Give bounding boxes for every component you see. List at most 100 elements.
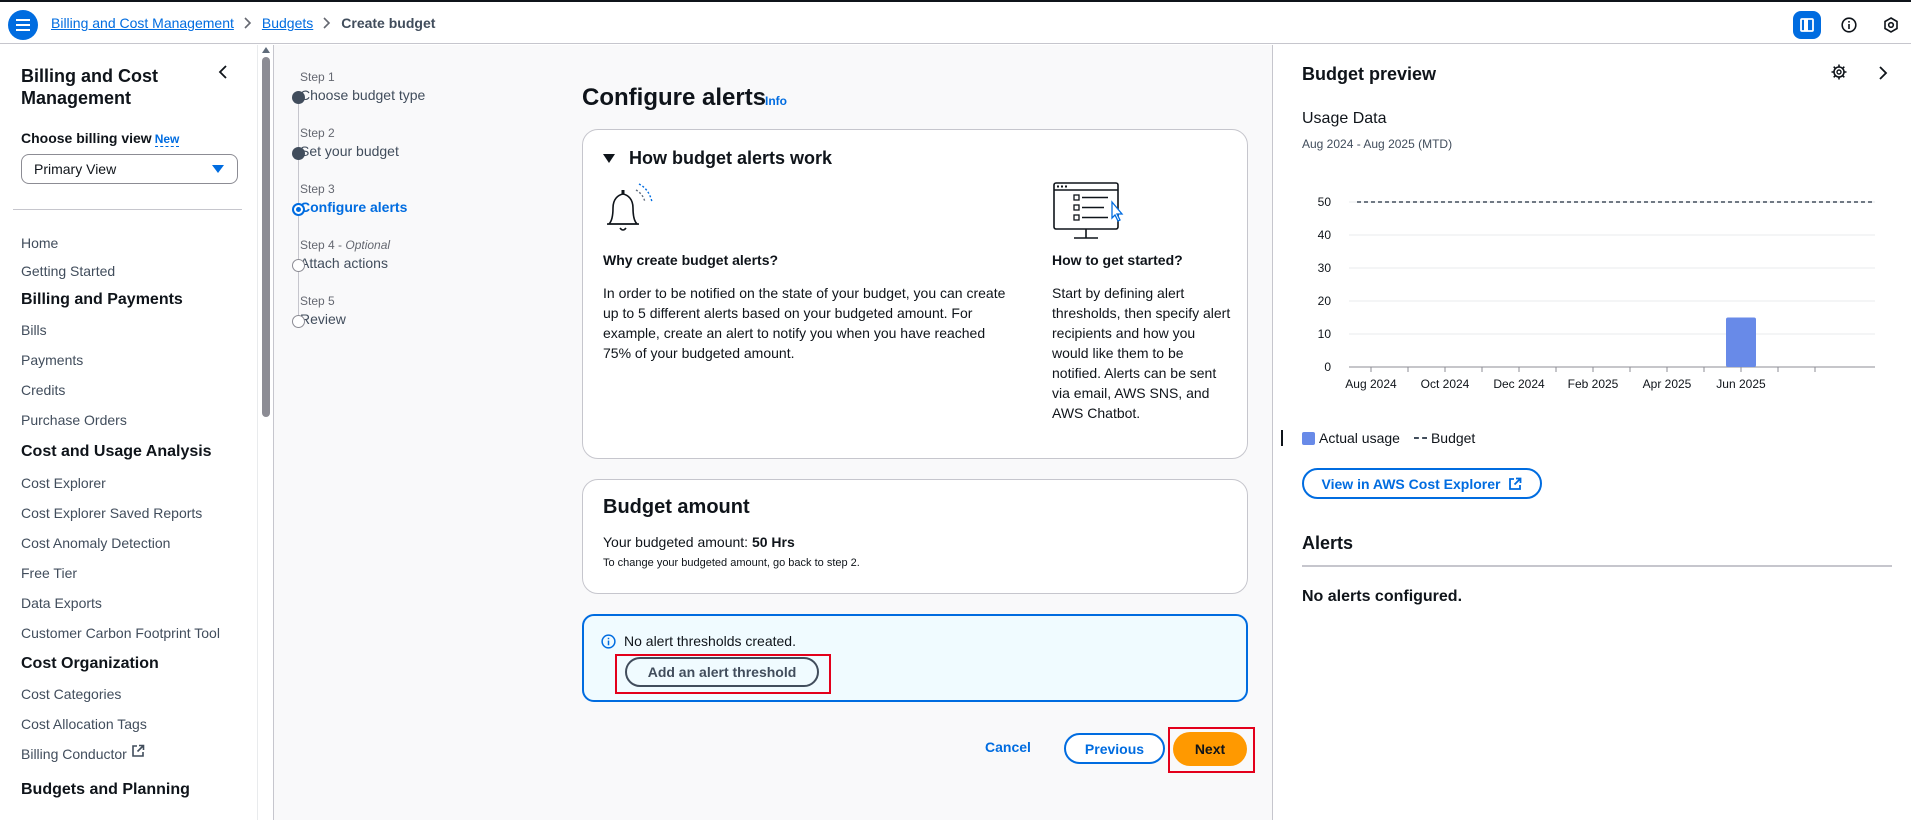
step-number: Step 4 - Optional [300, 238, 500, 252]
sidebar-item[interactable]: Cost Explorer [21, 475, 106, 491]
info-icon[interactable] [1835, 11, 1863, 39]
sidebar-item[interactable]: Purchase Orders [21, 412, 127, 428]
sidebar-section-heading[interactable]: Cost and Usage Analysis [21, 443, 212, 461]
legend-budget-label: Budget [1430, 430, 1476, 446]
budgeted-amount-label: Your budgeted amount: [603, 534, 752, 550]
external-link-icon [131, 744, 145, 761]
sidebar-scrollbar[interactable] [262, 47, 270, 820]
step-status-dot [292, 315, 305, 328]
chart-legend: Actual usage Budget [1302, 430, 1475, 446]
sidebar-section-heading[interactable]: Budgets and Planning [21, 781, 190, 799]
usage-bar-chart: 0 10 20 30 40 50 Aug 2024 Oct 2024 Dec 2024 Feb 2… [1318, 195, 1875, 391]
y-tick-label: 40 [1318, 228, 1332, 242]
breadcrumb-billing[interactable]: Billing and Cost Management [51, 15, 234, 31]
how-alerts-work-card: How budget alerts work Why create budget… [582, 129, 1248, 459]
breadcrumb-current: Create budget [341, 15, 436, 31]
gear-icon[interactable] [1831, 64, 1847, 83]
step-name[interactable]: Set your budget [300, 143, 500, 159]
y-tick-label: 0 [1324, 360, 1331, 374]
page-title: Configure alerts [582, 84, 767, 111]
step-number: Step 2 [300, 126, 500, 140]
alerts-divider [1302, 565, 1892, 567]
wizard-step: Step 3 Configure alerts [292, 182, 500, 216]
cancel-button[interactable]: Cancel [985, 739, 1031, 755]
alert-message: No alert thresholds created. [624, 633, 796, 649]
sidebar-item[interactable]: Cost Allocation Tags [21, 716, 147, 732]
how-alerts-title: How budget alerts work [629, 148, 833, 168]
step-number-text: Step 3 [300, 182, 335, 196]
scroll-up-arrow-icon[interactable] [262, 47, 270, 53]
split-panel-icon[interactable] [1793, 11, 1821, 39]
billing-view-select[interactable]: Primary View [21, 154, 238, 184]
scroll-thumb[interactable] [262, 57, 270, 417]
expandable-header[interactable]: How budget alerts work [603, 148, 832, 169]
step-number-text: Step 1 [300, 70, 335, 84]
sidebar-title[interactable]: Billing and Cost Management [21, 65, 221, 109]
sidebar-item[interactable]: Customer Carbon Footprint Tool [21, 625, 220, 641]
side-navigation: Billing and Cost Management Choose billi… [0, 45, 258, 820]
top-navigation-bar: Billing and Cost Management Budgets Crea… [0, 0, 1911, 44]
wizard-step: Step 4 - Optional Attach actions [292, 238, 500, 272]
step-status-dot [292, 147, 305, 160]
sidebar-item[interactable]: Getting Started [21, 263, 115, 279]
usage-data-title: Usage Data [1302, 110, 1387, 127]
budget-amount-title: Budget amount [603, 496, 750, 518]
sidebar-section-heading[interactable]: Billing and Payments [21, 291, 183, 309]
y-tick-label: 30 [1318, 261, 1332, 275]
sidebar-item[interactable]: Cost Categories [21, 686, 121, 702]
why-text: In order to be notified on the state of … [603, 285, 1006, 361]
computer-screen-icon [1052, 180, 1132, 249]
settings-icon[interactable] [1877, 11, 1905, 39]
get-started-heading: How to get started? [1052, 252, 1183, 268]
step-name[interactable]: Choose budget type [300, 87, 500, 103]
text-cursor [1281, 430, 1283, 446]
sidebar-item[interactable]: Free Tier [21, 565, 77, 581]
bell-icon [603, 182, 659, 247]
alerts-title: Alerts [1302, 533, 1354, 553]
breadcrumb-budgets[interactable]: Budgets [262, 15, 313, 31]
bar-actual-usage [1726, 317, 1756, 367]
info-icon [601, 634, 616, 652]
billing-view-label: Choose billing view New [21, 130, 180, 147]
sidebar-item[interactable]: Payments [21, 352, 83, 368]
step-name: Review [300, 311, 346, 327]
sidebar-item[interactable]: Bills [21, 322, 47, 338]
previous-button[interactable]: Previous [1064, 733, 1165, 764]
x-tick-label: Apr 2025 [1643, 377, 1692, 391]
alerts-empty-message: No alerts configured. [1302, 588, 1463, 605]
step-number: Step 1 [300, 70, 500, 84]
chevron-left-icon[interactable] [218, 65, 228, 82]
highlight-box-add-threshold [615, 654, 831, 694]
sidebar-item[interactable]: Cost Anomaly Detection [21, 535, 170, 551]
step-number-text: Step 5 [300, 294, 335, 308]
sidebar-item[interactable]: Credits [21, 382, 65, 398]
get-started-text: Start by defining alert thresholds, then… [1052, 285, 1231, 421]
sidebar-section-heading[interactable]: Cost Organization [21, 655, 159, 673]
wizard-step[interactable]: Step 2 Set your budget [292, 126, 500, 160]
new-badge[interactable]: New [154, 132, 180, 147]
step-status-dot [292, 203, 305, 216]
sidebar-item[interactable]: Cost Explorer Saved Reports [21, 505, 202, 521]
view-cost-explorer-button[interactable]: View in AWS Cost Explorer [1302, 468, 1542, 499]
steps-connector-line [298, 104, 299, 328]
caret-down-icon [212, 165, 224, 173]
sidebar-item[interactable]: Data Exports [21, 595, 102, 611]
info-link[interactable]: Info [765, 94, 787, 108]
wizard-step[interactable]: Step 1 Choose budget type [292, 70, 500, 104]
step-number: Step 3 [300, 182, 500, 196]
x-tick-label: Oct 2024 [1421, 377, 1470, 391]
chevron-right-icon[interactable] [1878, 66, 1888, 83]
budget-amount-card: Budget amount Your budgeted amount: 50 H… [582, 479, 1248, 594]
legend-actual-label: Actual usage [1319, 430, 1400, 446]
sidebar-divider [13, 209, 242, 210]
x-tick-label: Aug 2024 [1345, 377, 1397, 391]
menu-icon[interactable] [8, 10, 38, 40]
wizard-step: Step 5 Review [292, 294, 500, 328]
y-tick-label: 20 [1318, 294, 1332, 308]
sidebar-item[interactable]: Billing Conductor [21, 746, 127, 762]
legend-swatch-budget [1413, 437, 1427, 439]
cost-explorer-label: View in AWS Cost Explorer [1321, 475, 1501, 492]
step-name: Configure alerts [300, 199, 408, 215]
step-number-text: Step 2 [300, 126, 335, 140]
sidebar-item[interactable]: Home [21, 235, 58, 251]
